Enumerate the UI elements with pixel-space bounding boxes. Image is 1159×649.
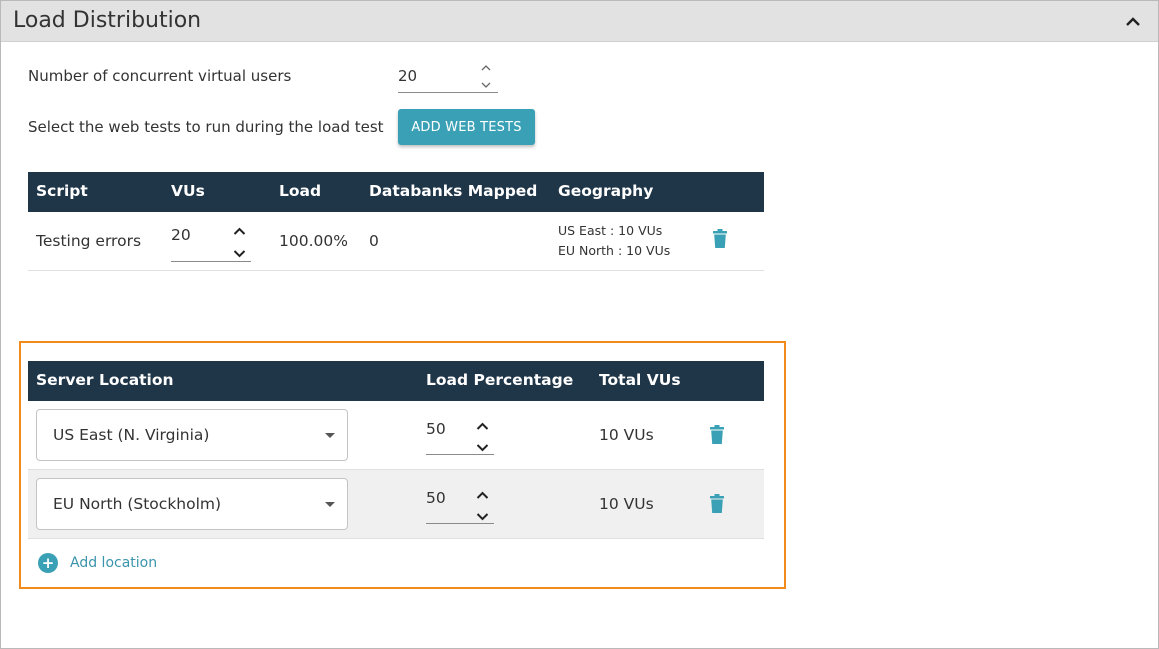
load-percentage-increment[interactable] xyxy=(475,420,489,432)
delete-location-button[interactable] xyxy=(709,425,725,445)
caret-down-icon xyxy=(325,433,335,438)
header-geography: Geography xyxy=(558,182,654,200)
collapse-button[interactable] xyxy=(1122,11,1144,33)
row-divider xyxy=(28,270,764,271)
load-percentage-value: 50 xyxy=(426,489,446,507)
script-vus-value: 20 xyxy=(171,226,191,244)
select-tests-label: Select the web tests to run during the l… xyxy=(28,118,384,136)
header-script: Script xyxy=(36,182,88,200)
chevron-up-icon xyxy=(233,227,245,235)
header-total-vus: Total VUs xyxy=(599,371,681,389)
load-percentage-decrement[interactable] xyxy=(475,442,489,454)
delete-script-button[interactable] xyxy=(712,229,728,249)
concurrent-users-increment[interactable] xyxy=(479,61,493,73)
concurrent-users-input[interactable]: 20 xyxy=(398,61,498,93)
scripts-table-header: Script VUs Load Databanks Mapped Geograp… xyxy=(28,172,764,212)
total-vus: 10 VUs xyxy=(599,426,654,444)
geography-line-1: US East : 10 VUs xyxy=(558,223,663,238)
total-vus: 10 VUs xyxy=(599,495,654,513)
script-vus-decrement[interactable] xyxy=(232,248,246,260)
header-load: Load xyxy=(279,182,322,200)
panel-header: Load Distribution xyxy=(1,1,1158,42)
script-name: Testing errors xyxy=(36,232,142,250)
script-vus-input[interactable]: 20 xyxy=(171,223,251,262)
server-location-select[interactable]: EU North (Stockholm) xyxy=(36,478,348,530)
delete-location-button[interactable] xyxy=(709,494,725,514)
script-load: 100.00% xyxy=(279,232,348,250)
concurrent-users-decrement[interactable] xyxy=(479,79,493,91)
load-distribution-panel: Load Distribution Number of concurrent v… xyxy=(0,0,1159,649)
server-location-value: US East (N. Virginia) xyxy=(53,426,210,444)
load-percentage-value: 50 xyxy=(426,420,446,438)
add-location-button[interactable]: + Add location xyxy=(38,553,157,573)
load-percentage-input[interactable]: 50 xyxy=(426,417,494,455)
load-percentage-input[interactable]: 50 xyxy=(426,486,494,524)
locations-table-header: Server Location Load Percentage Total VU… xyxy=(28,361,764,401)
caret-down-icon xyxy=(325,502,335,507)
plus-circle-icon: + xyxy=(38,553,58,573)
row-divider xyxy=(28,538,764,539)
load-percentage-increment[interactable] xyxy=(475,489,489,501)
header-server-location: Server Location xyxy=(36,371,174,389)
chevron-up-icon xyxy=(476,422,488,430)
load-percentage-decrement[interactable] xyxy=(475,511,489,523)
trash-icon xyxy=(713,229,727,248)
script-vus-increment[interactable] xyxy=(232,225,246,237)
server-location-value: EU North (Stockholm) xyxy=(53,495,222,513)
header-load-percentage: Load Percentage xyxy=(426,371,574,389)
add-location-label: Add location xyxy=(70,555,158,571)
chevron-down-icon xyxy=(233,250,245,258)
trash-icon xyxy=(710,494,724,513)
chevron-up-icon xyxy=(481,64,491,70)
chevron-down-icon xyxy=(476,444,488,452)
server-location-select[interactable]: US East (N. Virginia) xyxy=(36,409,348,461)
add-web-tests-button[interactable]: ADD WEB TESTS xyxy=(398,109,535,145)
chevron-down-icon xyxy=(481,82,491,88)
script-databanks: 0 xyxy=(369,232,379,250)
chevron-up-icon xyxy=(1126,17,1140,26)
chevron-up-icon xyxy=(476,491,488,499)
concurrent-users-label: Number of concurrent virtual users xyxy=(28,67,292,85)
chevron-down-icon xyxy=(476,513,488,521)
header-vus: VUs xyxy=(171,182,205,200)
geography-line-2: EU North : 10 VUs xyxy=(558,243,671,258)
header-databanks: Databanks Mapped xyxy=(369,182,538,200)
trash-icon xyxy=(710,425,724,444)
concurrent-users-value: 20 xyxy=(398,67,418,85)
panel-title: Load Distribution xyxy=(13,8,202,33)
